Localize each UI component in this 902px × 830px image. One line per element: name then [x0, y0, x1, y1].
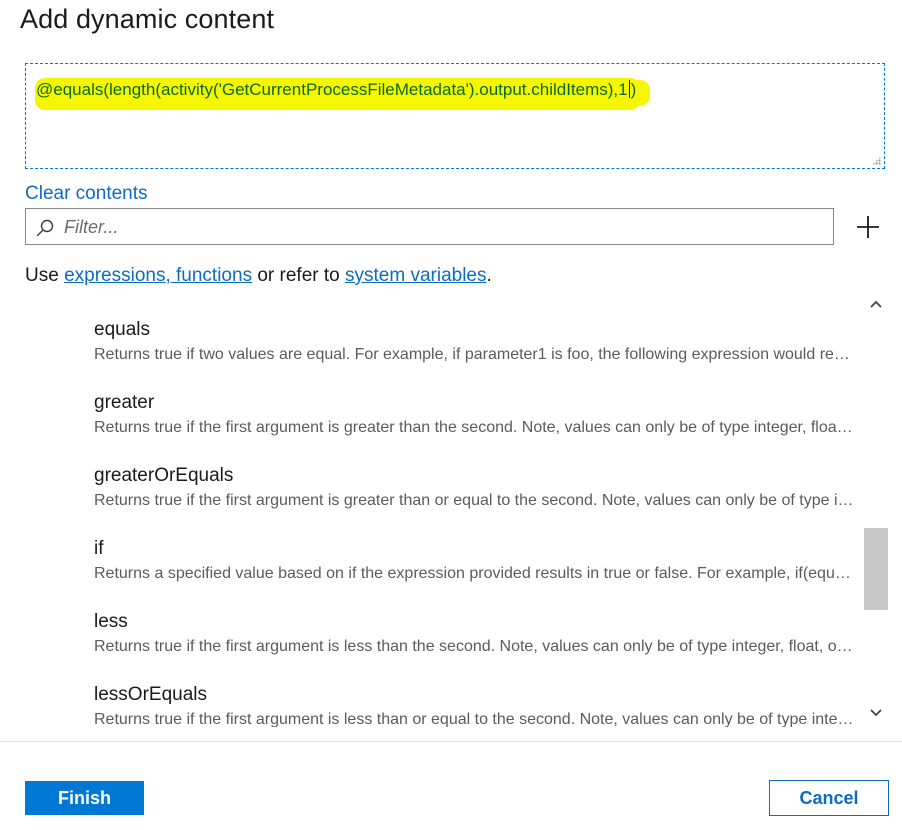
- function-description: Returns true if the first argument is le…: [94, 711, 854, 727]
- help-prefix: Use: [25, 265, 65, 286]
- expressions-functions-link[interactable]: expressions, functions: [64, 265, 252, 286]
- function-name: lessOrEquals: [94, 684, 207, 705]
- function-description: Returns a specified value based on if th…: [94, 565, 854, 582]
- chevron-down-icon[interactable]: [868, 705, 884, 721]
- expression-text[interactable]: @equals(length(activity('GetCurrentProce…: [35, 78, 641, 104]
- function-list[interactable]: equals Returns true if two values are eq…: [25, 295, 861, 727]
- add-icon[interactable]: [854, 213, 882, 241]
- function-description: Returns true if the first argument is gr…: [94, 419, 854, 436]
- list-item-lessorequals[interactable]: lessOrEquals Returns true if the first a…: [94, 683, 854, 727]
- expression-value: @equals(length(activity('GetCurrentProce…: [36, 80, 628, 99]
- search-icon: [36, 219, 54, 237]
- filter-input[interactable]: [64, 213, 824, 241]
- system-variables-link[interactable]: system variables: [345, 265, 487, 286]
- dialog-title: Add dynamic content: [20, 4, 275, 34]
- scrollbar-thumb[interactable]: [864, 528, 888, 610]
- function-description: Returns true if the first argument is le…: [94, 638, 854, 655]
- footer-divider: [0, 741, 902, 742]
- finish-button[interactable]: Finish: [25, 781, 144, 815]
- cancel-button[interactable]: Cancel: [769, 780, 889, 816]
- resize-grip-icon[interactable]: [872, 156, 881, 165]
- function-name: if: [94, 538, 104, 559]
- text-cursor: [628, 80, 630, 98]
- help-middle: or refer to: [252, 265, 345, 286]
- list-item-if[interactable]: if Returns a specified value based on if…: [94, 537, 854, 585]
- function-name: less: [94, 611, 128, 632]
- clear-contents-link[interactable]: Clear contents: [25, 183, 148, 205]
- list-item-greater[interactable]: greater Returns true if the first argume…: [94, 391, 854, 439]
- add-dynamic-content-dialog: Add dynamic content @equals(length(activ…: [0, 0, 902, 830]
- filter-box[interactable]: [25, 208, 834, 245]
- function-name: equals: [94, 319, 150, 340]
- list-item-greaterorequals[interactable]: greaterOrEquals Returns true if the firs…: [94, 464, 854, 512]
- function-name: greater: [94, 392, 155, 413]
- help-suffix: .: [486, 265, 492, 286]
- list-item-equals[interactable]: equals Returns true if two values are eq…: [94, 318, 854, 366]
- list-scrollbar[interactable]: [864, 292, 888, 726]
- expression-value-tail: ): [630, 80, 637, 99]
- function-description: Returns true if the first argument is gr…: [94, 492, 854, 509]
- expression-editor[interactable]: @equals(length(activity('GetCurrentProce…: [25, 63, 885, 169]
- help-text: Use expressions, functions or refer to s…: [25, 265, 492, 287]
- list-item-less[interactable]: less Returns true if the first argument …: [94, 610, 854, 658]
- function-description: Returns true if two values are equal. Fo…: [94, 346, 854, 363]
- function-name: greaterOrEquals: [94, 465, 234, 486]
- chevron-up-icon[interactable]: [868, 296, 884, 312]
